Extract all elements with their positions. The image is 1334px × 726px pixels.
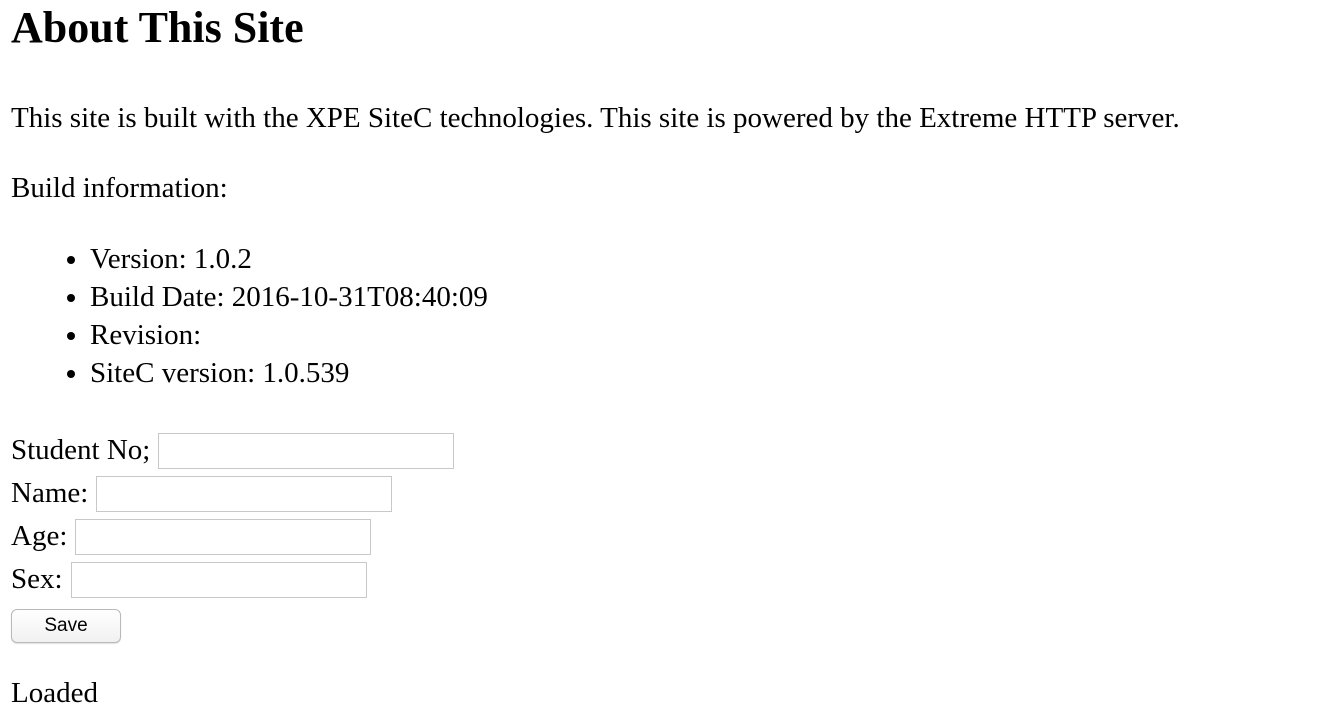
page-title: About This Site [11, 3, 304, 52]
build-info-heading: Build information: [11, 172, 228, 205]
student-no-row: Student No; [11, 430, 1334, 473]
build-info-sitec-version: SiteC version: 1.0.539 [90, 354, 1334, 392]
build-info-version: Version: 1.0.2 [90, 240, 1334, 278]
student-no-label: Student No; [11, 434, 151, 467]
intro-text: This site is built with the XPE SiteC te… [11, 102, 1180, 135]
sex-label: Sex: [11, 563, 63, 596]
build-info-list: Version: 1.0.2 Build Date: 2016-10-31T08… [11, 240, 1334, 392]
build-info-revision: Revision: [90, 316, 1334, 354]
age-label: Age: [11, 520, 68, 553]
name-label: Name: [11, 477, 89, 510]
name-row: Name: [11, 473, 1334, 516]
student-form: Student No; Name: Age: Sex: Save [11, 430, 1334, 643]
age-row: Age: [11, 516, 1334, 559]
build-info-build-date: Build Date: 2016-10-31T08:40:09 [90, 278, 1334, 316]
sex-input[interactable] [70, 562, 367, 599]
name-input[interactable] [96, 476, 393, 513]
page: About This Site This site is built with … [0, 0, 1334, 712]
student-no-input[interactable] [158, 433, 455, 470]
save-button[interactable]: Save [11, 608, 121, 643]
age-input[interactable] [75, 519, 372, 556]
status-text: Loaded [11, 676, 98, 709]
sex-row: Sex: [11, 559, 1334, 602]
save-row: Save [11, 604, 1334, 643]
